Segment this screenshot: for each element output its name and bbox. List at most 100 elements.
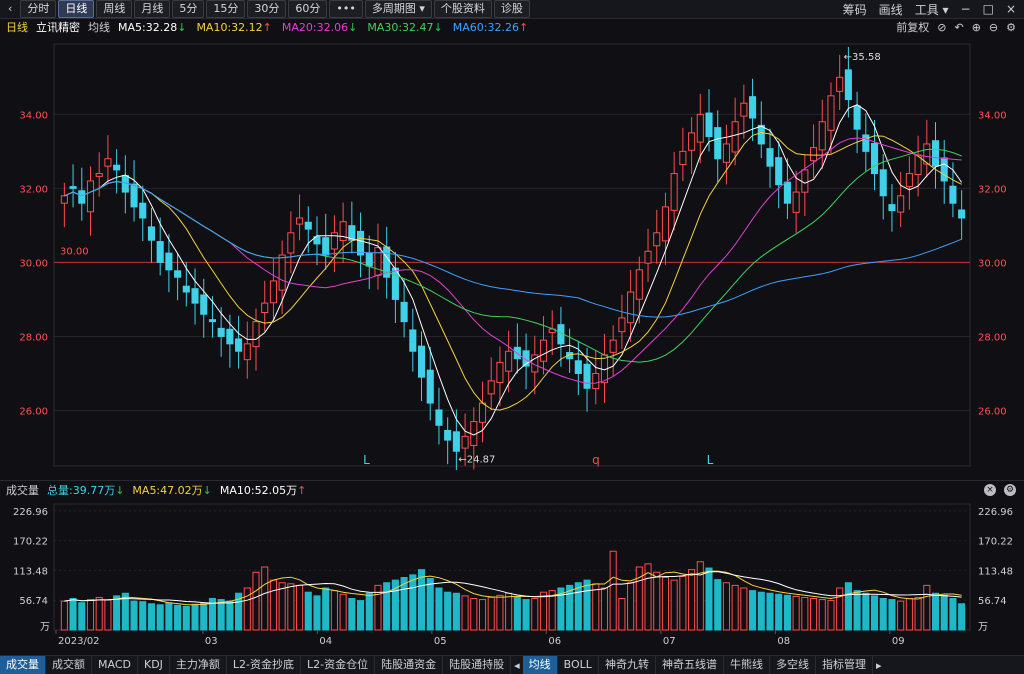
- settings-icon[interactable]: ⚙: [1004, 483, 1016, 496]
- indicator-tab-2[interactable]: MACD: [92, 656, 138, 674]
- indicator-tab-0[interactable]: 成交量: [0, 656, 46, 674]
- volume-bar: [269, 579, 277, 631]
- volume-bar: [539, 591, 548, 631]
- volume-bar: [775, 593, 783, 631]
- volume-bar: [670, 579, 678, 631]
- volume-bar: [592, 583, 600, 631]
- volume-bar: [627, 582, 635, 631]
- candle-body: [330, 232, 338, 250]
- period-tab-8[interactable]: •••: [329, 0, 363, 18]
- candle-body: [60, 195, 68, 204]
- period-tab-2[interactable]: 周线: [96, 0, 133, 18]
- candle-body: [574, 360, 582, 374]
- candle-body: [130, 183, 138, 208]
- undo-icon[interactable]: ↶: [954, 21, 963, 34]
- tab-scroll-right-icon[interactable]: ▸: [873, 659, 885, 672]
- volume-bar: [688, 569, 696, 631]
- toolbar-right-item-2[interactable]: 工具 ▾: [915, 1, 949, 18]
- period-tab-6[interactable]: 30分: [247, 0, 287, 18]
- candle-body: [740, 102, 748, 117]
- close-window-icon[interactable]: ×: [1006, 2, 1016, 16]
- zoom-out-icon[interactable]: ⊖: [989, 21, 998, 34]
- x-axis-label: 03: [205, 636, 218, 647]
- candle-body: [653, 232, 661, 247]
- indicator-tab-7[interactable]: 陆股通资金: [375, 656, 444, 674]
- indicator-tab-3[interactable]: KDJ: [138, 656, 170, 674]
- volume-bar: [191, 603, 199, 631]
- lock-icon[interactable]: ⊘: [937, 21, 946, 34]
- overlay-tab-6[interactable]: 指标管理: [816, 656, 873, 674]
- x-axis-label: 04: [319, 636, 332, 647]
- zoom-in-icon[interactable]: ⊕: [972, 21, 981, 34]
- period-tab-0[interactable]: 分时: [20, 0, 57, 18]
- maximize-icon[interactable]: □: [983, 2, 994, 16]
- price-tick-right: 30.00: [978, 258, 1007, 269]
- period-tab-3[interactable]: 月线: [134, 0, 171, 18]
- toolbar-right-item-0[interactable]: 筹码: [843, 1, 867, 18]
- volume-bar: [278, 582, 286, 631]
- overlay-tab-2[interactable]: 神奇九转: [599, 656, 656, 674]
- indicator-tabs: 成交量 成交额 MACD KDJ 主力净额 L2-资金抄底 L2-资金仓位 陆股通资金 陆股通持…: [0, 655, 1024, 674]
- volume-bar: [879, 598, 887, 631]
- candle-body: [801, 169, 809, 193]
- event-marker-0[interactable]: L: [363, 453, 370, 467]
- candle-body: [95, 173, 103, 177]
- candle-body: [583, 363, 591, 389]
- back-icon[interactable]: ‹: [2, 1, 18, 17]
- volume-bar: [792, 595, 800, 631]
- period-tab-1[interactable]: 日线: [58, 0, 95, 18]
- period-tab-4[interactable]: 5分: [172, 0, 205, 18]
- volume-bar: [130, 600, 138, 631]
- toolbar-right-item-1[interactable]: 画线: [879, 1, 903, 18]
- overlay-tab-3[interactable]: 神奇五线谱: [656, 656, 724, 674]
- period-tab-5[interactable]: 15分: [206, 0, 246, 18]
- candle-body: [853, 105, 861, 130]
- indicator-tab-4[interactable]: 主力净额: [170, 656, 227, 674]
- price-tick-left: 34.00: [19, 110, 48, 121]
- candle-body: [931, 140, 940, 167]
- volume-tick-left: 170.22: [13, 537, 48, 548]
- overlay-tab-4[interactable]: 牛熊线: [724, 656, 770, 674]
- volume-bar: [435, 587, 443, 631]
- candle-body: [235, 338, 243, 352]
- period-tab-9[interactable]: 多周期图 ▾: [364, 0, 432, 18]
- candle-body: [627, 291, 635, 324]
- period-tab-7[interactable]: 60分: [288, 0, 328, 18]
- overlay-tab-1[interactable]: BOLL: [558, 656, 599, 674]
- candle-body: [766, 148, 774, 167]
- event-marker-1[interactable]: q: [592, 453, 600, 467]
- tab-scroll-left-icon[interactable]: ◂: [511, 659, 523, 672]
- indicator-tab-8[interactable]: 陆股通持股: [443, 656, 512, 674]
- settings-icon[interactable]: ⚙: [1006, 21, 1016, 34]
- candle-body: [714, 127, 722, 160]
- period-tab-10[interactable]: 个股资料: [433, 0, 492, 18]
- volume-bar: [914, 596, 922, 631]
- candle-body: [592, 372, 600, 390]
- price-chart[interactable]: 34.00 34.00 32.00 32.00 30.00 30.00 28.00 28.00…: [0, 36, 1024, 480]
- volume-bar: [252, 571, 260, 631]
- volume-bar: [522, 599, 530, 631]
- indicator-tab-5[interactable]: L2-资金抄底: [227, 656, 302, 674]
- period-tab-11[interactable]: 诊股: [493, 0, 530, 18]
- close-icon[interactable]: ×: [984, 483, 996, 496]
- volume-bar: [888, 599, 896, 631]
- volume-bar: [818, 599, 826, 631]
- volume-bar: [757, 591, 765, 631]
- volume-bar: [949, 598, 957, 631]
- candle-body: [322, 237, 330, 256]
- overlay-tab-0[interactable]: 均线: [522, 656, 558, 674]
- volume-tick-right: 226.96: [978, 507, 1013, 518]
- volume-bar: [444, 591, 452, 631]
- x-axis-label: 08: [777, 636, 790, 647]
- indicator-tab-6[interactable]: L2-资金仓位: [301, 656, 376, 674]
- volume-bar: [783, 594, 791, 631]
- overlay-tab-5[interactable]: 多空线: [770, 656, 816, 674]
- volume-bar: [147, 603, 156, 631]
- event-marker-2[interactable]: L: [707, 453, 714, 467]
- volume-bar: [827, 600, 835, 631]
- candle-body: [409, 329, 417, 352]
- minimize-icon[interactable]: −: [961, 2, 971, 16]
- volume-chart[interactable]: 226.96 226.96 170.22 170.22 113.48 113.48 56.7…: [0, 498, 1024, 655]
- indicator-tab-1[interactable]: 成交额: [46, 656, 92, 674]
- adjust-mode[interactable]: 前复权: [896, 19, 929, 35]
